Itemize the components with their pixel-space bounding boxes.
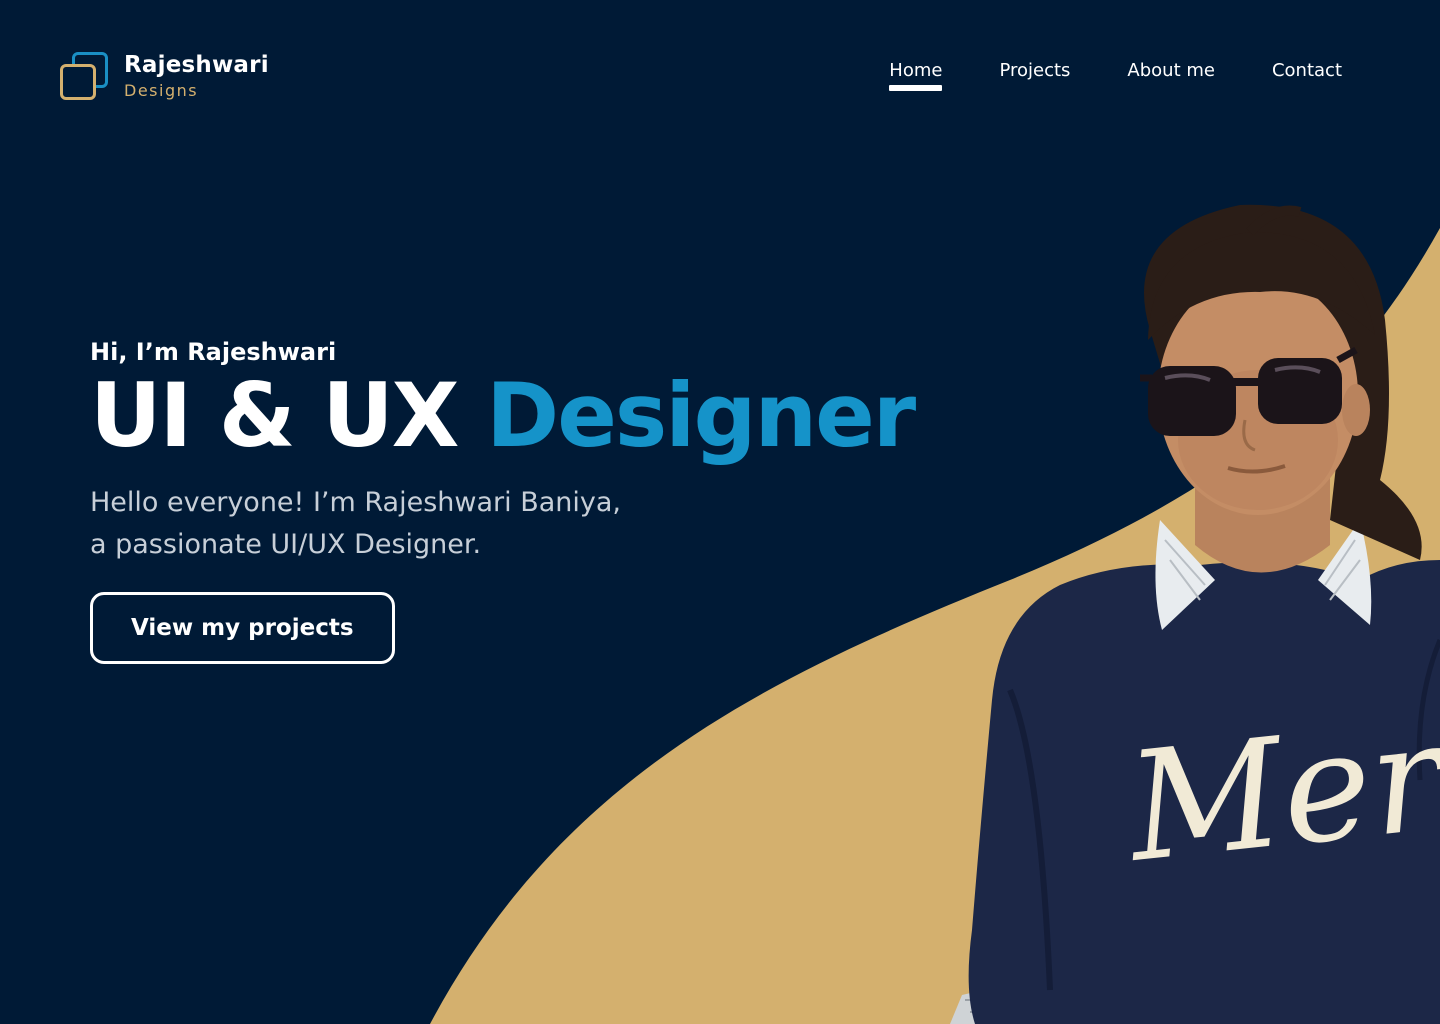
landing-page: Merci Rajeshwari Designs Home Projects A… bbox=[0, 0, 1440, 1024]
hero-title: UI & UX Designer bbox=[90, 369, 916, 462]
brand-subtitle: Designs bbox=[124, 80, 199, 100]
hero-title-part1: UI & UX bbox=[90, 364, 460, 467]
hero-title-part2: Designer bbox=[486, 364, 916, 467]
hero-greeting: Hi, I’m Rajeshwari bbox=[90, 338, 337, 366]
view-projects-button[interactable]: View my projects bbox=[90, 592, 395, 665]
brand-logo[interactable]: Rajeshwari Designs bbox=[58, 50, 269, 102]
hero-description-line2: a passionate UI/UX Designer. bbox=[90, 529, 482, 561]
portrait-illustration: Merci bbox=[950, 204, 1440, 1024]
main-nav: Home Projects About me Contact bbox=[889, 60, 1342, 91]
overlapping-squares-logo-icon bbox=[58, 50, 108, 102]
hero-description-line1: Hello everyone! I’m Rajeshwari Baniya, bbox=[90, 487, 621, 519]
hero-section: Hi, I’m Rajeshwari UI & UX Designer Hell… bbox=[90, 338, 916, 665]
nav-contact-link[interactable]: Contact bbox=[1272, 60, 1342, 91]
brand-name: Rajeshwari bbox=[124, 51, 269, 78]
nav-about-link[interactable]: About me bbox=[1127, 60, 1215, 91]
hero-description: Hello everyone! I’m Rajeshwari Baniya, a… bbox=[90, 482, 650, 566]
nav-projects-link[interactable]: Projects bbox=[999, 60, 1070, 91]
nav-home-link[interactable]: Home bbox=[889, 60, 943, 91]
